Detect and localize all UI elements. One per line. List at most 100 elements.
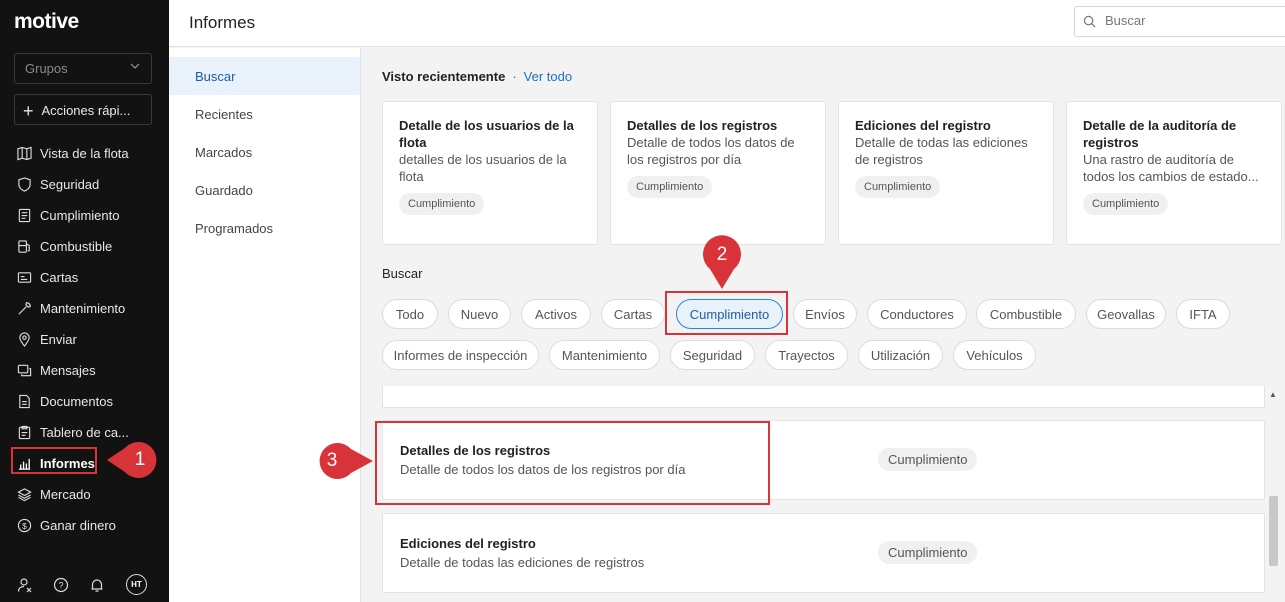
sidebar-item-cumplimiento[interactable]: Cumplimiento — [0, 200, 169, 231]
chevron-down-icon — [129, 60, 141, 75]
filter-chip-activos[interactable]: Activos — [521, 299, 591, 329]
sidebar-item-label: Documentos — [40, 394, 113, 409]
result-row[interactable]: Ediciones del registro Detalle de todas … — [382, 513, 1265, 593]
sidebar-item-mercado[interactable]: Mercado — [0, 479, 169, 510]
messages-icon — [16, 363, 32, 379]
card-title: Ediciones del registro — [855, 118, 991, 133]
search-section-label: Buscar — [382, 266, 423, 281]
document-list-icon — [16, 208, 32, 224]
callout-number: 3 — [326, 450, 338, 471]
scrollbar-thumb[interactable] — [1269, 496, 1278, 566]
sidebar-item-label: Ganar dinero — [40, 518, 116, 533]
filter-chip-trayectos[interactable]: Trayectos — [765, 340, 848, 370]
callout-3: 3 — [313, 441, 373, 481]
subnav-item-buscar[interactable]: Buscar — [169, 57, 360, 95]
sidebar-item-label: Vista de la flota — [40, 146, 129, 161]
sidebar-item-ganar-dinero[interactable]: $ Ganar dinero — [0, 510, 169, 541]
sidebar-item-label: Cartas — [40, 270, 79, 285]
location-pin-icon — [16, 332, 32, 348]
callout-2: 2 — [702, 233, 742, 289]
filter-chip-informes-de-inspeccion[interactable]: Informes de inspección — [382, 340, 539, 370]
recent-card[interactable]: Detalle de la auditoría de registros Una… — [1066, 101, 1282, 245]
help-icon[interactable]: ? — [52, 576, 70, 594]
filter-chip-envios[interactable]: Envíos — [793, 299, 857, 329]
groups-select[interactable]: Grupos — [14, 53, 152, 84]
id-card-icon — [16, 270, 32, 286]
layers-icon — [16, 487, 32, 503]
user-settings-icon[interactable] — [16, 576, 34, 594]
avatar[interactable]: HT — [126, 574, 147, 595]
card-title: Detalle de la auditoría de registros — [1083, 118, 1237, 150]
map-icon — [16, 146, 32, 162]
sidebar-item-label: Combustible — [40, 239, 113, 254]
callout-number: 2 — [716, 244, 728, 265]
sidebar-item-label: Seguridad — [40, 177, 100, 192]
filter-chip-geovallas[interactable]: Geovallas — [1086, 299, 1166, 329]
wrench-icon — [16, 301, 32, 317]
sidebar-item-label: Mercado — [40, 487, 91, 502]
quick-actions-label: Acciones rápi... — [41, 103, 131, 118]
filter-chip-utilizacion[interactable]: Utilización — [858, 340, 943, 370]
card-title: Detalle de los usuarios de la flota — [399, 118, 574, 150]
page-title: Informes — [189, 13, 256, 32]
filter-chip-cartas[interactable]: Cartas — [601, 299, 665, 329]
recent-card[interactable]: Detalle de los usuarios de la flota deta… — [382, 101, 598, 245]
card-description: detalles de los usuarios de la flota — [399, 152, 567, 184]
sidebar-item-mantenimiento[interactable]: Mantenimiento — [0, 293, 169, 324]
reports-subnav: Buscar Recientes Marcados Guardado Progr… — [169, 48, 361, 602]
filter-chip-conductores[interactable]: Conductores — [867, 299, 967, 329]
card-title: Detalles de los registros — [627, 118, 778, 133]
filter-chip-combustible[interactable]: Combustible — [976, 299, 1076, 329]
filter-chip-seguridad[interactable]: Seguridad — [670, 340, 755, 370]
sidebar-item-mensajes[interactable]: Mensajes — [0, 355, 169, 386]
bell-icon[interactable] — [88, 576, 106, 594]
sidebar: motive Grupos + Acciones rápi... Vista de… — [0, 0, 169, 602]
subnav-item-guardado[interactable]: Guardado — [169, 171, 360, 209]
scrollbar[interactable]: ▲ — [1267, 388, 1281, 602]
filter-chip-ifta[interactable]: IFTA — [1176, 299, 1230, 329]
subnav-item-programados[interactable]: Programados — [169, 209, 360, 247]
recent-card[interactable]: Ediciones del registro Detalle de todas … — [838, 101, 1054, 245]
callout-1: 1 — [107, 440, 159, 480]
filter-chip-mantenimiento[interactable]: Mantenimiento — [549, 340, 660, 370]
sidebar-item-vista-de-la-flota[interactable]: Vista de la flota — [0, 138, 169, 169]
category-badge: Cumplimiento — [855, 176, 941, 198]
result-description: Detalle de todas las ediciones de regist… — [400, 555, 645, 570]
scroll-up-arrow-icon[interactable]: ▲ — [1269, 390, 1277, 399]
recent-card[interactable]: Detalles de los registros Detalle de tod… — [610, 101, 826, 245]
filter-chip-todo[interactable]: Todo — [382, 299, 438, 329]
sidebar-item-label: Cumplimiento — [40, 208, 120, 223]
result-highlight-box — [375, 421, 770, 505]
category-badge: Cumplimiento — [627, 176, 713, 198]
category-badge: Cumplimiento — [1083, 193, 1169, 215]
shield-icon — [16, 177, 32, 193]
dollar-circle-icon: $ — [16, 518, 32, 534]
subnav-item-recientes[interactable]: Recientes — [169, 95, 360, 133]
informes-highlight-box — [11, 447, 97, 474]
subnav-item-marcados[interactable]: Marcados — [169, 133, 360, 171]
sidebar-item-seguridad[interactable]: Seguridad — [0, 169, 169, 200]
sidebar-item-label: Mantenimiento — [40, 301, 126, 316]
sidebar-nav: Vista de la flota Seguridad Cumplimiento… — [0, 138, 169, 541]
quick-actions-button[interactable]: + Acciones rápi... — [14, 94, 152, 125]
recent-header: Visto recientemente · Ver todo — [382, 69, 572, 84]
sidebar-item-label: Mensajes — [40, 363, 96, 378]
sidebar-item-documentos[interactable]: Documentos — [0, 386, 169, 417]
list-row-partial — [382, 386, 1265, 408]
category-badge: Cumplimiento — [878, 448, 978, 471]
search-icon — [1083, 15, 1096, 33]
filter-chip-vehiculos[interactable]: Vehículos — [953, 340, 1036, 370]
search-input[interactable] — [1105, 13, 1275, 28]
fuel-pump-icon — [16, 239, 32, 255]
filter-chip-nuevo[interactable]: Nuevo — [448, 299, 511, 329]
main-content: Visto recientemente · Ver todo Detalle de … — [362, 48, 1285, 602]
card-description: Detalle de todos los datos de los regist… — [627, 135, 795, 167]
sidebar-item-cartas[interactable]: Cartas — [0, 262, 169, 293]
sidebar-item-enviar[interactable]: Enviar — [0, 324, 169, 355]
sidebar-item-combustible[interactable]: Combustible — [0, 231, 169, 262]
view-all-link[interactable]: Ver todo — [524, 69, 572, 84]
motive-logo[interactable]: motive — [14, 10, 79, 34]
separator: · — [512, 69, 517, 84]
category-badge: Cumplimiento — [878, 541, 978, 564]
sidebar-item-label: Tablero de ca... — [40, 425, 129, 440]
